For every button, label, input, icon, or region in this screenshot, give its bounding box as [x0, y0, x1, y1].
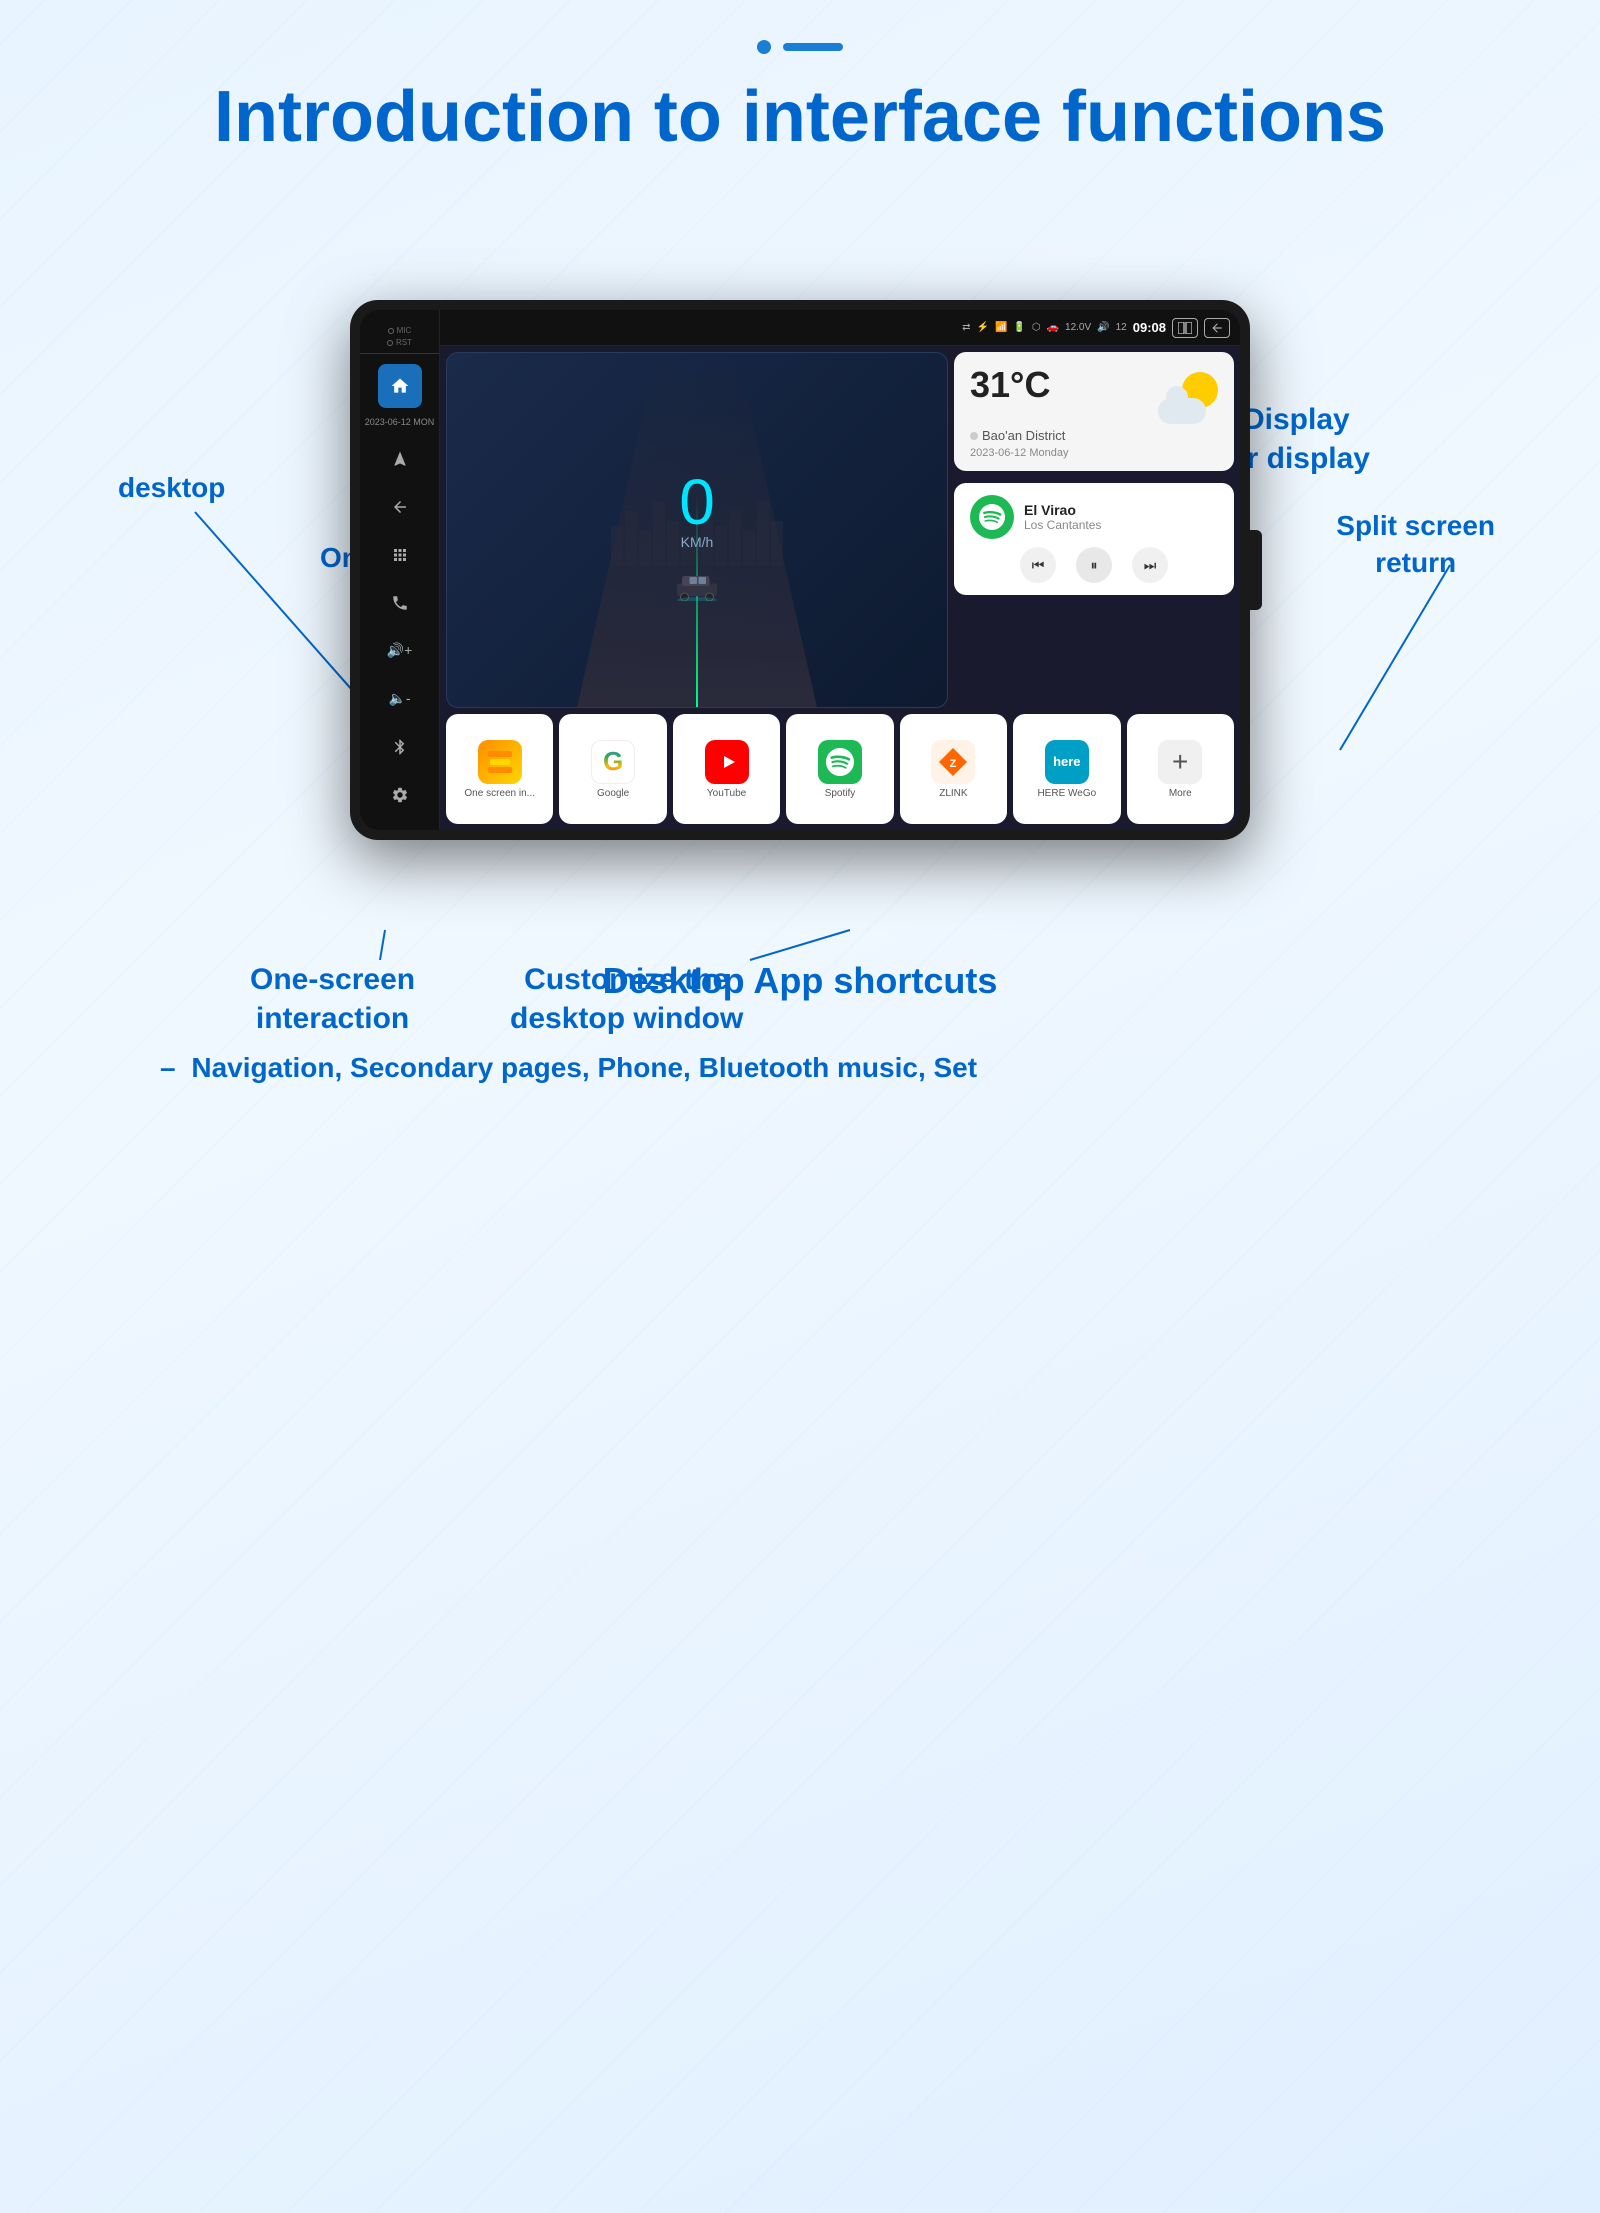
- sidebar-bluetooth-icon[interactable]: [378, 725, 422, 769]
- content-area: 0 KM/h 31°C: [440, 346, 1240, 830]
- status-time: 09:08: [1133, 320, 1166, 335]
- weather-widget: 31°C Bao'an District: [954, 352, 1234, 471]
- music-info: El Virao Los Cantantes: [970, 495, 1218, 539]
- sidebar-back-icon[interactable]: [378, 485, 422, 529]
- speed-unit: KM/h: [679, 534, 715, 550]
- music-controls: ⏮ ⏸ ⏭: [970, 547, 1218, 583]
- device-section: desktop One-screen interaction Time Disp…: [50, 220, 1550, 840]
- status-return-btn[interactable]: [1204, 318, 1230, 338]
- status-split-btn[interactable]: [1172, 318, 1198, 338]
- svg-text:Z: Z: [950, 758, 957, 770]
- main-screen: ⇄ ⚡ 📶 🔋 ⬡ 🚗 12.0V 🔊 12 09:08: [440, 310, 1240, 830]
- song-artist: Los Cantantes: [1024, 518, 1101, 532]
- dot-circle: [757, 40, 771, 54]
- speed-number: 0: [679, 470, 715, 534]
- app-google[interactable]: G Google: [559, 714, 666, 824]
- sidebar-top: MIC RST: [360, 320, 439, 354]
- app-here-label: HERE WeGo: [1037, 788, 1096, 799]
- label-split-screen: Split screen return: [1336, 508, 1495, 581]
- app-youtube[interactable]: YouTube: [673, 714, 780, 824]
- app-google-label: Google: [597, 788, 629, 799]
- google-icon: G: [591, 740, 635, 784]
- prev-button[interactable]: ⏮: [1020, 547, 1056, 583]
- song-title: El Virao: [1024, 502, 1101, 518]
- speed-widget: 0 KM/h: [446, 352, 948, 708]
- app-onescreen-label: One screen in...: [464, 788, 535, 799]
- more-icon: +: [1158, 740, 1202, 784]
- status-car-icon: 🚗: [1047, 322, 1059, 333]
- dot-line: [783, 43, 843, 51]
- sidebar-phone-icon[interactable]: [378, 581, 422, 625]
- app-zlink[interactable]: Z ZLINK: [900, 714, 1007, 824]
- top-row: 0 KM/h 31°C: [446, 352, 1234, 708]
- here-icon: here: [1045, 740, 1089, 784]
- weather-date: 2023-06-12 Monday: [970, 447, 1218, 459]
- status-voltage: 12.0V: [1065, 322, 1091, 333]
- sidebar-apps-icon[interactable]: [378, 533, 422, 577]
- car-icon: [672, 571, 722, 608]
- status-icons: ⇄ ⚡ 📶 🔋 ⬡ 🚗 12.0V 🔊 12 09:08: [962, 318, 1230, 338]
- status-battery-icon: 🔋: [1013, 322, 1025, 333]
- header-decoration: [50, 30, 1550, 54]
- temp-display: 31°C: [970, 364, 1218, 424]
- app-onescreen[interactable]: One screen in...: [446, 714, 553, 824]
- sidebar-volume-down-icon[interactable]: 🔈-: [378, 677, 422, 721]
- status-bar: ⇄ ⚡ 📶 🔋 ⬡ 🚗 12.0V 🔊 12 09:08: [440, 310, 1240, 346]
- sidebar: MIC RST 2023-06-12 MON: [360, 310, 440, 830]
- page-container: Introduction to interface functions desk…: [0, 0, 1600, 2213]
- page-title: Introduction to interface functions: [50, 74, 1550, 160]
- spotify-logo: [970, 495, 1014, 539]
- app-spotify[interactable]: Spotify: [786, 714, 893, 824]
- weather-icon: [1158, 364, 1218, 424]
- status-volume: 12: [1116, 322, 1127, 333]
- device-screen: MIC RST 2023-06-12 MON: [360, 310, 1240, 830]
- app-zlink-label: ZLINK: [939, 788, 967, 799]
- apps-row: One screen in... G Google: [446, 714, 1234, 824]
- temperature: 31°C: [970, 364, 1050, 406]
- app-youtube-label: YouTube: [707, 788, 746, 799]
- app-more[interactable]: + More: [1127, 714, 1234, 824]
- youtube-icon: [705, 740, 749, 784]
- app-more-label: More: [1169, 788, 1192, 799]
- rst-label: RST: [387, 338, 412, 347]
- car-radio-device: MIC RST 2023-06-12 MON: [350, 300, 1250, 840]
- label-one-screen-bottom: One-screen interaction: [250, 960, 415, 1038]
- zlink-icon: Z: [931, 740, 975, 784]
- music-text: El Virao Los Cantantes: [1024, 502, 1101, 532]
- sidebar-home-icon[interactable]: [378, 364, 422, 408]
- label-navigation: – Navigation, Secondary pages, Phone, Bl…: [130, 1052, 1470, 1084]
- pause-button[interactable]: ⏸: [1076, 547, 1112, 583]
- location-text: Bao'an District: [970, 428, 1218, 443]
- sidebar-settings-icon[interactable]: [378, 773, 422, 817]
- spotify-icon-app: [818, 740, 862, 784]
- bottom-labels-section: One-screen interaction Customize the des…: [50, 960, 1550, 1084]
- music-widget: El Virao Los Cantantes ⏮ ⏸ ⏭: [954, 483, 1234, 595]
- status-wifi-icon: 📶: [995, 322, 1007, 333]
- status-bluetooth-icon: ⚡: [976, 322, 988, 333]
- label-customize: Customize the desktop window: [510, 960, 743, 1038]
- speed-center: 0 KM/h: [679, 470, 715, 550]
- sidebar-volume-up-icon[interactable]: 🔊+: [378, 629, 422, 673]
- right-panel: 31°C Bao'an District: [954, 352, 1234, 708]
- next-button[interactable]: ⏭: [1132, 547, 1168, 583]
- label-desktop: desktop: [118, 470, 225, 506]
- device-handle: [1250, 530, 1262, 610]
- sidebar-nav-icon[interactable]: [378, 437, 422, 481]
- status-signal-icon: ⇄: [962, 322, 970, 333]
- status-usb-icon: ⬡: [1032, 322, 1041, 333]
- mic-label: MIC: [388, 326, 412, 335]
- status-speaker-icon: 🔊: [1097, 322, 1109, 333]
- onescreen-icon: [478, 740, 522, 784]
- app-here[interactable]: here HERE WeGo: [1013, 714, 1120, 824]
- app-spotify-label: Spotify: [825, 788, 856, 799]
- sidebar-date: 2023-06-12 MON: [365, 412, 435, 433]
